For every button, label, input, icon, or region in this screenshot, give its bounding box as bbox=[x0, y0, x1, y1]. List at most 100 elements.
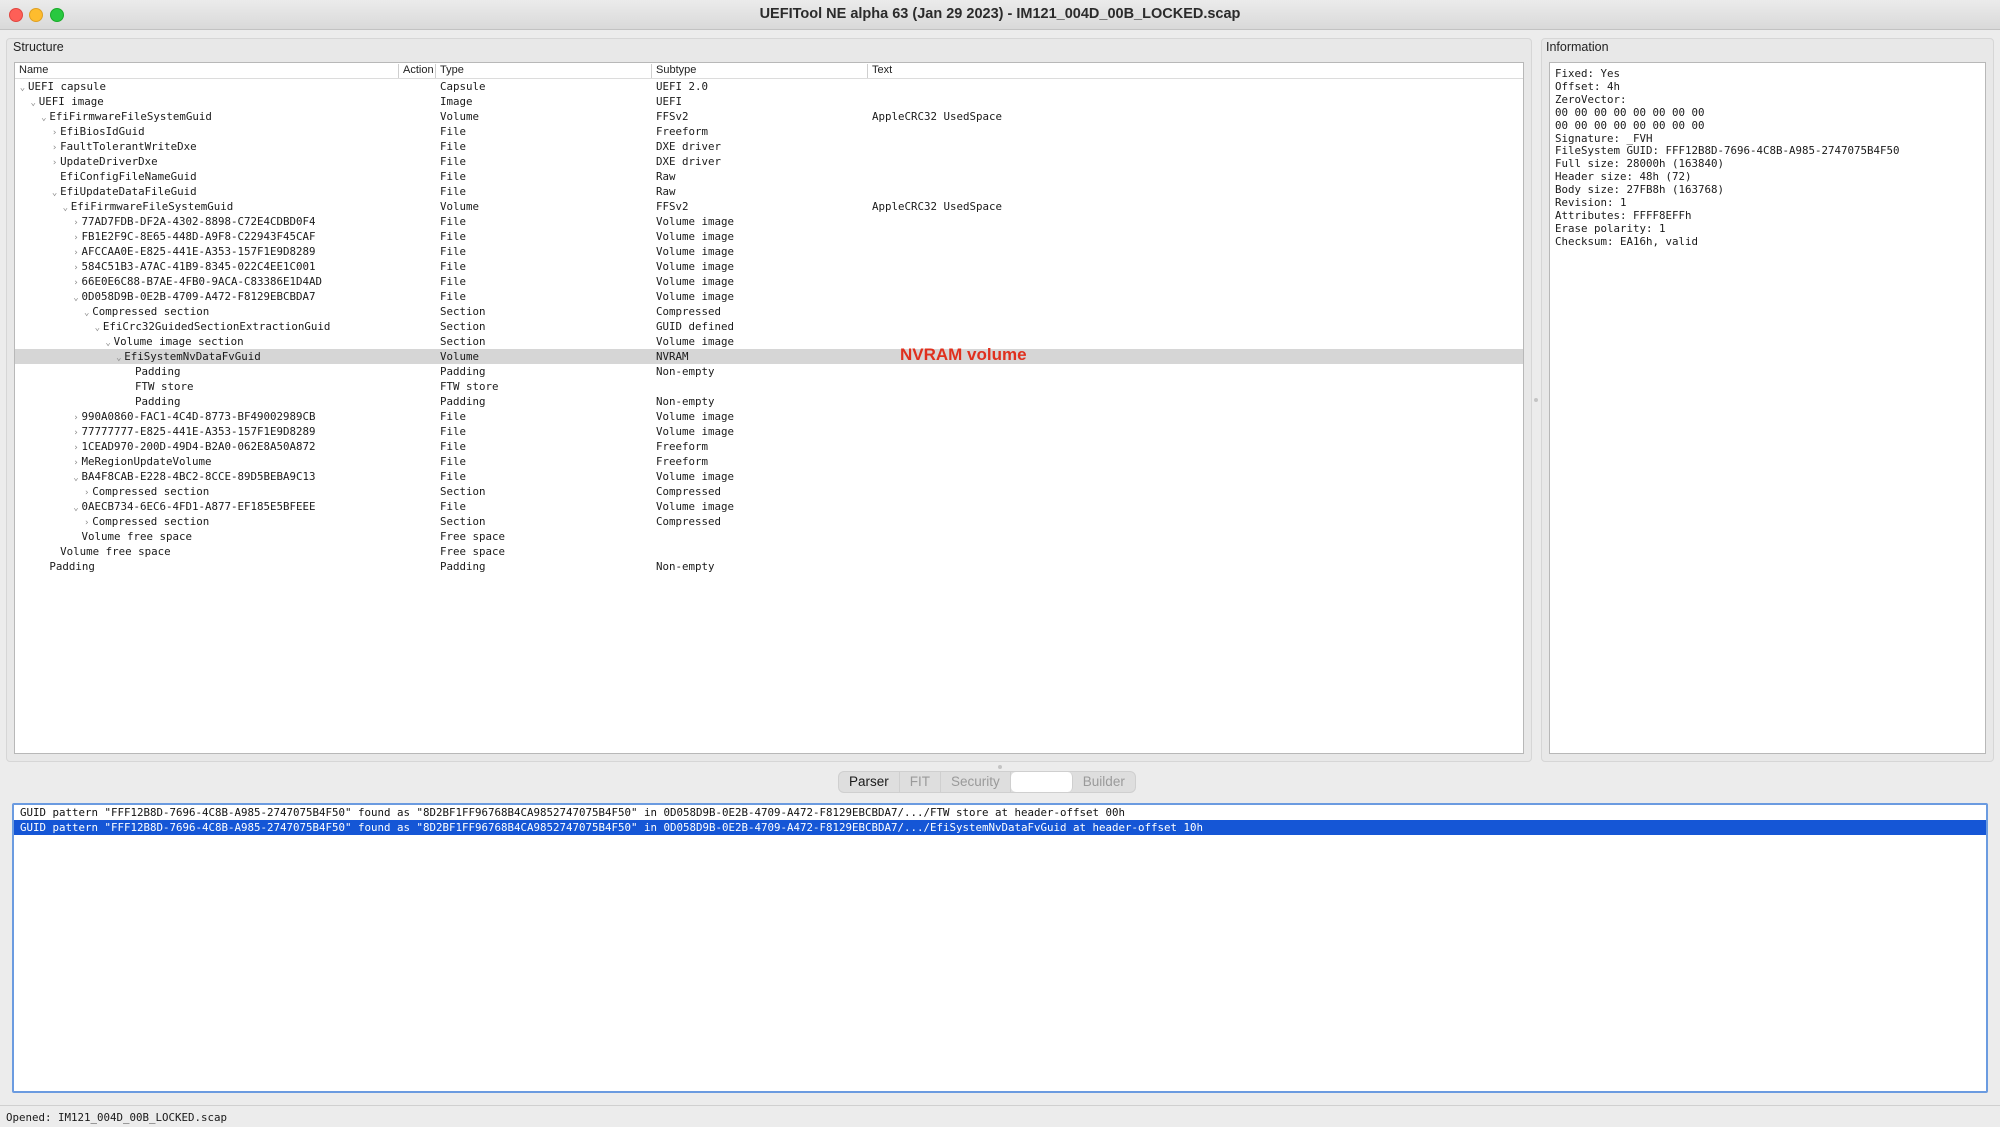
tree-item-label: EfiConfigFileNameGuid bbox=[60, 170, 197, 183]
tree-row[interactable]: › FB1E2F9C-8E65-448D-A9F8-C22943F45CAF Fil… bbox=[15, 229, 1523, 244]
tree-row[interactable]: › 584C51B3-A7AC-41B9-8345-022C4EE1C001 Fil… bbox=[15, 259, 1523, 274]
tree-item-label: Compressed section bbox=[92, 515, 210, 528]
tree-row[interactable]: › UpdateDriverDxe File DXE driver bbox=[15, 154, 1523, 169]
tree-row[interactable]: ⌄ UEFI capsule Capsule UEFI 2.0 bbox=[15, 79, 1523, 94]
tree-item-label: FTW store bbox=[135, 380, 194, 393]
tree-header: Name Action Type Subtype Text bbox=[15, 63, 1523, 79]
tree-cell-subtype: UEFI 2.0 bbox=[656, 80, 709, 93]
tree-cell-name: › 77AD7FDB-DF2A-4302-8898-C72E4CDBD0F4 bbox=[71, 215, 398, 230]
tree-cell-subtype: Compressed bbox=[656, 515, 722, 528]
window-title: UEFITool NE alpha 63 (Jan 29 2023) - IM1… bbox=[759, 6, 1241, 22]
tree-row[interactable]: ⌄ 0D058D9B-0E2B-4709-A472-F8129EBCBDA7 Fil… bbox=[15, 289, 1523, 304]
info-line: Attributes: FFFF8EFFh bbox=[1555, 208, 1692, 222]
tree-cell-name: › AFCCAA0E-E825-441E-A353-157F1E9D8289 bbox=[71, 245, 398, 260]
tree-row[interactable]: ⌄ UEFI image Image UEFI bbox=[15, 94, 1523, 109]
tab-fit[interactable]: FIT bbox=[900, 772, 942, 792]
tree-item-label: EfiFirmwareFileSystemGuid bbox=[70, 200, 234, 213]
tree-cell-type: Section bbox=[440, 335, 486, 348]
tree-item-label: Compressed section bbox=[92, 485, 210, 498]
information-text[interactable]: Fixed: Yes Offset: 4h ZeroVector: 00 00 00 … bbox=[1549, 62, 1986, 754]
tree-row[interactable]: › Compressed section Section Compressed bbox=[15, 484, 1523, 499]
column-header-name[interactable]: Name bbox=[15, 64, 399, 78]
tree-row[interactable]: › 1CEAD970-200D-49D4-B2A0-062E8A50A872 Fil… bbox=[15, 439, 1523, 454]
tree-cell-name: FTW store bbox=[124, 380, 397, 393]
tree-cell-subtype: Volume image bbox=[656, 335, 735, 348]
tree-cell-type: FTW store bbox=[440, 380, 499, 393]
tree-cell-type: File bbox=[440, 275, 467, 288]
vertical-splitter-handle[interactable] bbox=[1534, 398, 1538, 402]
tree-cell-name: ⌄ UEFI image bbox=[28, 95, 397, 110]
column-header-type[interactable]: Type bbox=[436, 64, 652, 78]
tree-cell-subtype: Volume image bbox=[656, 215, 735, 228]
tree-row[interactable]: › EfiBiosIdGuid File Freeform bbox=[15, 124, 1523, 139]
tab-parser[interactable]: Parser bbox=[839, 772, 900, 792]
tree-item-label: Volume free space bbox=[60, 545, 171, 558]
tree-row[interactable]: ⌄ Volume image section Section Volume image bbox=[15, 334, 1523, 349]
tree-row[interactable]: ⌄ Compressed section Section Compressed bbox=[15, 304, 1523, 319]
tree-cell-text: AppleCRC32 UsedSpace bbox=[872, 110, 1003, 123]
tree-row[interactable]: › 66E0E6C88-B7AE-4FB0-9ACA-C83386E1D4AD Fi… bbox=[15, 274, 1523, 289]
message-item[interactable]: GUID pattern "FFF12B8D-7696-4C8B-A985-27… bbox=[14, 805, 1986, 820]
column-header-text[interactable]: Text bbox=[868, 64, 1523, 78]
tree-row[interactable]: EfiConfigFileNameGuid File Raw bbox=[15, 169, 1523, 184]
structure-tree[interactable]: Name Action Type Subtype Text ⌄ UEFI caps… bbox=[14, 62, 1524, 754]
tree-row[interactable]: ⌄ BA4F8CAB-E228-4BC2-8CCE-89D5BEBA9C13 Fil… bbox=[15, 469, 1523, 484]
tree-cell-subtype: FFSv2 bbox=[656, 200, 689, 213]
tree-cell-subtype: Non-empty bbox=[656, 395, 715, 408]
tree-row[interactable]: › AFCCAA0E-E825-441E-A353-157F1E9D8289 Fil… bbox=[15, 244, 1523, 259]
tree-cell-name: › 584C51B3-A7AC-41B9-8345-022C4EE1C001 bbox=[71, 260, 398, 275]
tree-row[interactable]: Volume free space Free space bbox=[15, 529, 1523, 544]
tree-row[interactable]: ⌄ 0AECB734-6EC6-4FD1-A877-EF185E5BFEEE Fil… bbox=[15, 499, 1523, 514]
column-header-subtype[interactable]: Subtype bbox=[652, 64, 868, 78]
tab-builder[interactable]: Builder bbox=[1073, 772, 1135, 792]
tree-cell-type: Free space bbox=[440, 545, 506, 558]
tree-cell-name: › 1CEAD970-200D-49D4-B2A0-062E8A50A872 bbox=[71, 440, 398, 455]
tree-cell-subtype: Non-empty bbox=[656, 560, 715, 573]
tree-row[interactable]: Padding Padding Non-empty bbox=[15, 364, 1523, 379]
tree-cell-subtype: GUID defined bbox=[656, 320, 735, 333]
tree-item-label: FaultTolerantWriteDxe bbox=[60, 140, 197, 153]
tree-row[interactable]: › 77777777-E825-441E-A353-157F1E9D8289 Fil… bbox=[15, 424, 1523, 439]
tree-cell-subtype: Freeform bbox=[656, 125, 709, 138]
message-item[interactable]: GUID pattern "FFF12B8D-7696-4C8B-A985-27… bbox=[14, 820, 1986, 835]
tree-item-label: FB1E2F9C-8E65-448D-A9F8-C22943F45CAF bbox=[81, 230, 316, 243]
tree-row[interactable]: ⌄ EfiUpdateDataFileGuid File Raw bbox=[15, 184, 1523, 199]
messages-list[interactable]: GUID pattern "FFF12B8D-7696-4C8B-A985-27… bbox=[12, 803, 1988, 1093]
tree-row[interactable]: › Compressed section Section Compressed bbox=[15, 514, 1523, 529]
tree-row[interactable]: › FaultTolerantWriteDxe File DXE driver bbox=[15, 139, 1523, 154]
tree-row[interactable]: FTW store FTW store bbox=[15, 379, 1523, 394]
tree-row[interactable]: › MeRegionUpdateVolume File Freeform bbox=[15, 454, 1523, 469]
tree-row[interactable]: ⌄ EfiSystemNvDataFvGuid Volume NVRAM bbox=[15, 349, 1523, 364]
tree-cell-subtype: Volume image bbox=[656, 410, 735, 423]
column-header-action[interactable]: Action bbox=[399, 64, 436, 78]
horizontal-splitter-handle[interactable] bbox=[998, 765, 1002, 769]
tree-row[interactable]: ⌄ EfiCrc32GuidedSectionExtractionGuid Sect… bbox=[15, 319, 1523, 334]
tree-item-label: MeRegionUpdateVolume bbox=[81, 455, 212, 468]
tree-item-label: 1CEAD970-200D-49D4-B2A0-062E8A50A872 bbox=[81, 440, 316, 453]
tree-cell-type: Capsule bbox=[440, 80, 486, 93]
tree-item-label: Volume image section bbox=[113, 335, 244, 348]
tree-cell-type: File bbox=[440, 155, 467, 168]
status-bar: Opened: IM121_004D_00B_LOCKED.scap bbox=[0, 1105, 2000, 1127]
tree-row[interactable]: Padding Padding Non-empty bbox=[15, 559, 1523, 574]
tab-search[interactable] bbox=[1010, 772, 1073, 792]
tree-cell-type: Padding bbox=[440, 395, 486, 408]
tree-row[interactable]: Padding Padding Non-empty bbox=[15, 394, 1523, 409]
tree-row[interactable]: Volume free space Free space bbox=[15, 544, 1523, 559]
tree-cell-type: Volume bbox=[440, 200, 480, 213]
tree-cell-subtype: DXE driver bbox=[656, 140, 722, 153]
tree-cell-type: Section bbox=[440, 515, 486, 528]
tree-cell-type: Image bbox=[440, 95, 473, 108]
tree-cell-subtype: Volume image bbox=[656, 260, 735, 273]
tree-row[interactable]: › 990A0860-FAC1-4C4D-8773-BF49002989CB Fil… bbox=[15, 409, 1523, 424]
tree-cell-type: File bbox=[440, 290, 467, 303]
tree-row[interactable]: ⌄ EfiFirmwareFileSystemGuid Volume FFSv2 App… bbox=[15, 109, 1523, 124]
tree-cell-subtype: Volume image bbox=[656, 230, 735, 243]
tree-cell-name: › 77777777-E825-441E-A353-157F1E9D8289 bbox=[71, 425, 398, 440]
info-line: ZeroVector: bbox=[1555, 92, 1627, 106]
tree-row[interactable]: › 77AD7FDB-DF2A-4302-8898-C72E4CDBD0F4 Fil… bbox=[15, 214, 1523, 229]
tree-cell-type: File bbox=[440, 170, 467, 183]
tree-cell-type: File bbox=[440, 440, 467, 453]
tab-security[interactable]: Security bbox=[941, 772, 1011, 792]
tree-row[interactable]: ⌄ EfiFirmwareFileSystemGuid Volume FFSv2 App… bbox=[15, 199, 1523, 214]
